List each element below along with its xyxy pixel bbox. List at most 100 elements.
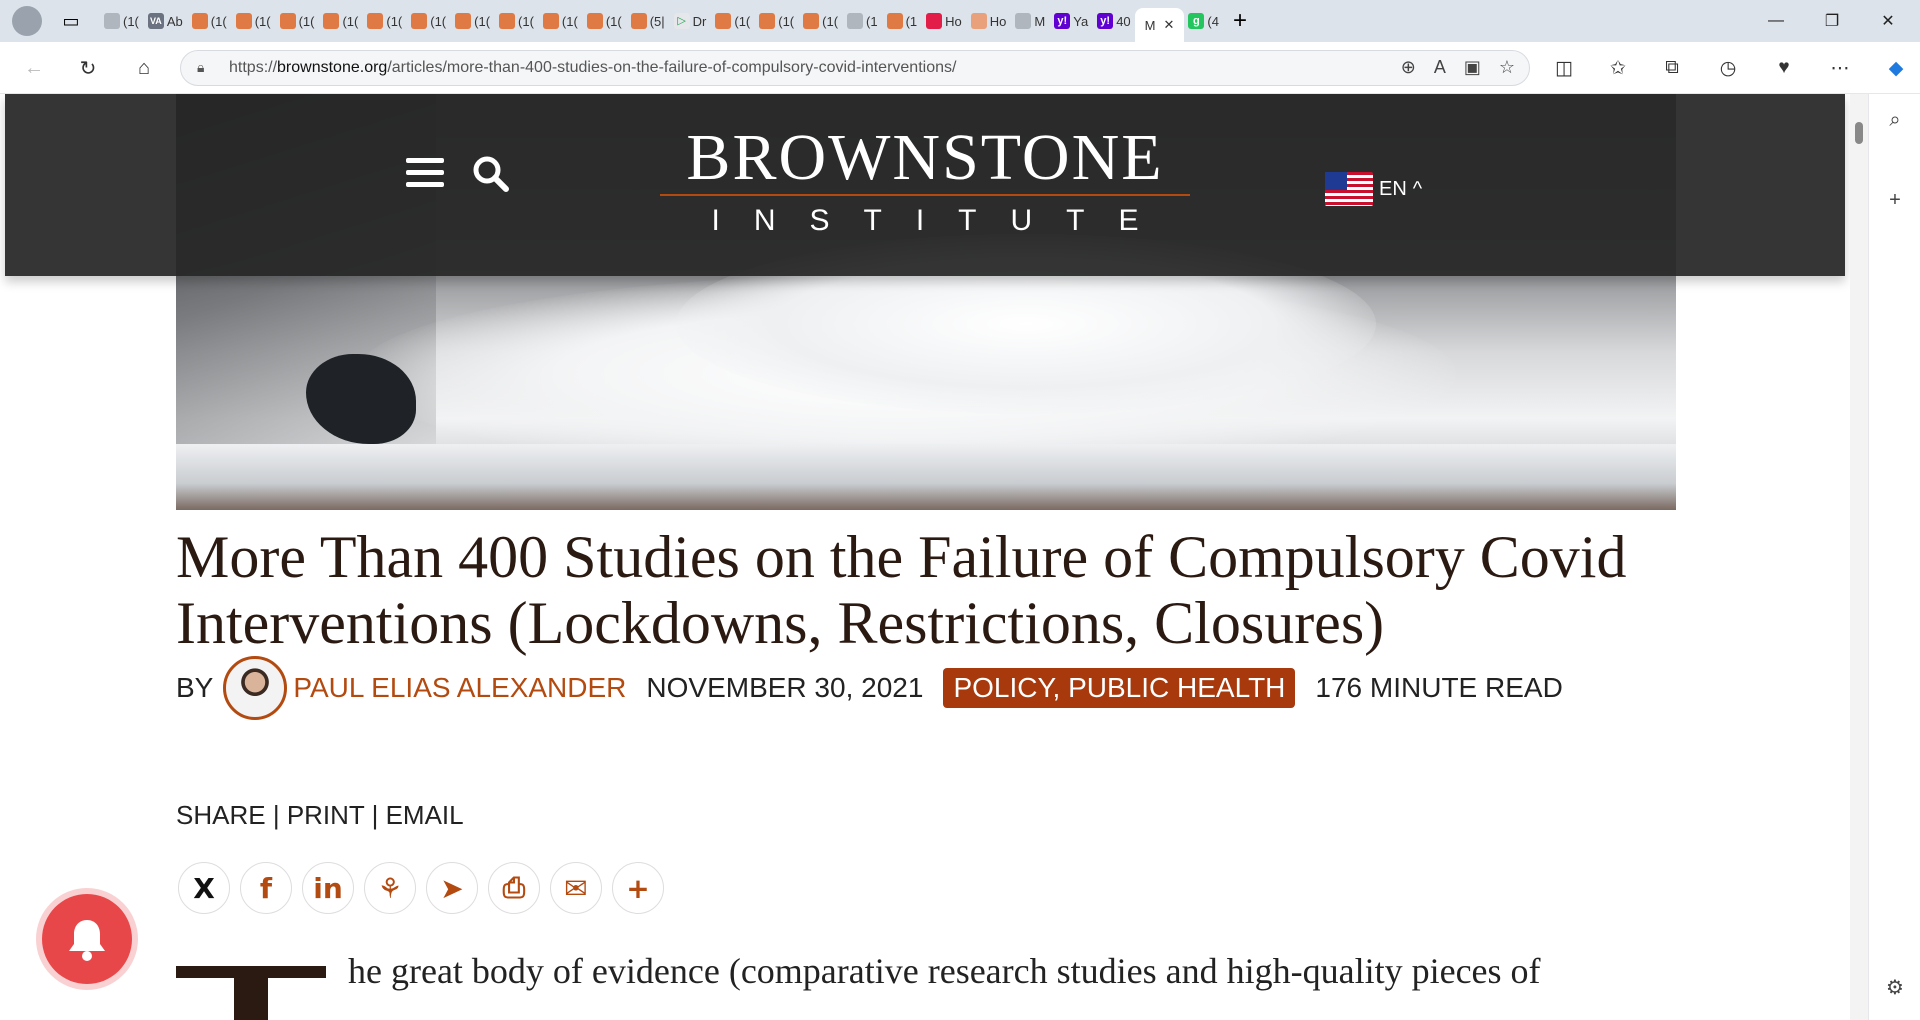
- tab-1[interactable]: VA Ab: [144, 7, 187, 35]
- tab-17[interactable]: (1: [843, 7, 882, 35]
- share-more-icon[interactable]: +: [612, 862, 664, 914]
- copilot-icon[interactable]: ◆: [1880, 52, 1912, 84]
- tab-11[interactable]: (1(: [583, 7, 626, 35]
- zoom-icon[interactable]: ⊕: [1401, 57, 1416, 78]
- tab-3[interactable]: (1(: [232, 7, 275, 35]
- tab-7[interactable]: (1(: [407, 7, 450, 35]
- logo-bottom: INSTITUTE: [711, 204, 1173, 237]
- author-avatar[interactable]: [223, 656, 288, 720]
- chevron-up-icon: ^: [1412, 177, 1423, 200]
- url-prefix: https://: [229, 59, 278, 76]
- brownstone-icon: [235, 13, 252, 29]
- close-tab-icon[interactable]: ✕: [1164, 17, 1175, 33]
- new-tab-button[interactable]: +: [1233, 7, 1247, 35]
- notification-bell-button[interactable]: [42, 894, 132, 984]
- article-body-text: he great body of evidence (comparative r…: [348, 951, 1541, 991]
- share-facebook-icon[interactable]: f: [240, 862, 292, 914]
- share-telegram-icon[interactable]: ➤: [426, 862, 478, 914]
- tab-label: (1(: [822, 13, 839, 29]
- minimize-button[interactable]: —: [1748, 0, 1804, 42]
- tab-13[interactable]: ▷ Dr: [670, 7, 711, 35]
- yahoo-icon: y!: [1097, 13, 1114, 29]
- tab-6[interactable]: (1(: [363, 7, 406, 35]
- site-logo[interactable]: BROWNSTONE INSTITUTE: [660, 124, 1190, 238]
- tab-19[interactable]: Ho: [922, 7, 966, 35]
- tab-23[interactable]: y! 40: [1093, 7, 1134, 35]
- share-x-icon[interactable]: X: [178, 862, 230, 914]
- page-scrollbar[interactable]: [1850, 94, 1868, 1020]
- more-menu-icon[interactable]: ⋯: [1824, 52, 1856, 84]
- tab-16[interactable]: (1(: [799, 7, 842, 35]
- back-icon[interactable]: ←: [18, 52, 50, 84]
- read-aloud-icon[interactable]: A: [1434, 57, 1446, 78]
- language-selector[interactable]: EN ^: [1325, 172, 1422, 206]
- sidebar-settings-icon[interactable]: ⚙: [1881, 974, 1909, 1002]
- tab-9[interactable]: (1(: [495, 7, 538, 35]
- brownstone-icon: [886, 13, 903, 29]
- restore-button[interactable]: ❐: [1804, 0, 1860, 42]
- history-icon[interactable]: ◷: [1712, 52, 1744, 84]
- tab-14[interactable]: (1(: [711, 7, 754, 35]
- brownstone-icon: [367, 13, 384, 29]
- author-link[interactable]: PAUL ELIAS ALEXANDER: [293, 672, 626, 704]
- share-link[interactable]: SHARE: [176, 800, 266, 830]
- sidebar-add-icon[interactable]: +: [1881, 186, 1909, 214]
- page-viewport: BROWNSTONE INSTITUTE EN ^ More Than 400 …: [0, 94, 1850, 1020]
- share-print-icon[interactable]: ⎙: [488, 862, 540, 914]
- brownstone-icon: [455, 13, 472, 29]
- tab-18[interactable]: (1: [883, 7, 922, 35]
- tab-8[interactable]: (1(: [451, 7, 494, 35]
- red-icon: [926, 13, 943, 29]
- tab-0[interactable]: (1(: [100, 7, 143, 35]
- tab-label: (1(: [298, 13, 315, 29]
- email-link[interactable]: EMAIL: [386, 800, 464, 830]
- separator: |: [371, 800, 379, 830]
- tab-10[interactable]: (1(: [539, 7, 582, 35]
- site-header: BROWNSTONE INSTITUTE EN ^: [5, 94, 1845, 276]
- url-bar[interactable]: 🔒︎ https://brownstone.org/articles/more-…: [180, 50, 1530, 86]
- tab-label: M: [1034, 13, 1046, 29]
- tab-12[interactable]: (5|: [627, 7, 669, 35]
- share-email-icon[interactable]: ✉: [550, 862, 602, 914]
- split-screen-icon[interactable]: ◫: [1548, 52, 1580, 84]
- lock-icon[interactable]: 🔒︎: [197, 59, 215, 77]
- site-search-icon[interactable]: [471, 154, 511, 194]
- tab-label: (1(: [561, 13, 578, 29]
- tab-label: (1(: [342, 13, 359, 29]
- home-icon[interactable]: ⌂: [128, 52, 160, 84]
- tab-label: (1(: [734, 13, 751, 29]
- tab-5[interactable]: (1(: [319, 7, 362, 35]
- tab-label: (1(: [210, 13, 227, 29]
- tab-label: (1(: [254, 13, 271, 29]
- tab-15[interactable]: (1(: [755, 7, 798, 35]
- brownstone-icon: [542, 13, 559, 29]
- print-link[interactable]: PRINT: [287, 800, 365, 830]
- refresh-icon[interactable]: ↻: [72, 52, 104, 84]
- profile-icon[interactable]: [12, 6, 42, 36]
- share-gettr-icon[interactable]: ⚘: [364, 862, 416, 914]
- brownstone-icon: [499, 13, 516, 29]
- tab-4[interactable]: (1(: [276, 7, 319, 35]
- tab-label: (1(: [778, 13, 795, 29]
- tab-label: (1(: [430, 13, 447, 29]
- tab-22[interactable]: y! Ya: [1050, 7, 1092, 35]
- tab-20[interactable]: Ho: [967, 7, 1011, 35]
- category-badge[interactable]: POLICY, PUBLIC HEALTH: [943, 668, 1296, 708]
- play-icon: ▷: [673, 13, 690, 29]
- hamburger-menu-icon[interactable]: [406, 158, 446, 190]
- close-window-button[interactable]: ✕: [1860, 0, 1916, 42]
- favorites-icon[interactable]: ✩: [1602, 52, 1634, 84]
- performance-icon[interactable]: ♥: [1768, 52, 1800, 84]
- tab-2[interactable]: (1(: [188, 7, 231, 35]
- share-linkedin-icon[interactable]: in: [302, 862, 354, 914]
- immersive-reader-icon[interactable]: ▣: [1464, 57, 1481, 78]
- tab-label: (5|: [649, 13, 665, 29]
- tab-grammarly[interactable]: g (4: [1184, 7, 1223, 35]
- collections-icon[interactable]: ⧉: [1656, 52, 1688, 84]
- favorite-star-icon[interactable]: ☆: [1499, 57, 1515, 78]
- sidebar-search-icon[interactable]: ⌕: [1881, 106, 1909, 134]
- tab-21[interactable]: M: [1011, 7, 1049, 35]
- tab-active[interactable]: M ✕: [1134, 8, 1185, 42]
- share-links: SHARE | PRINT | EMAIL: [176, 800, 464, 831]
- tab-actions-icon[interactable]: ▭: [56, 6, 86, 36]
